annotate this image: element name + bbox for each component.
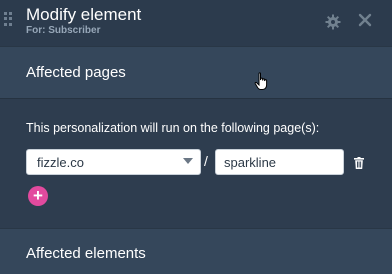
drag-handle-icon[interactable] [4, 12, 12, 26]
pages-description: This personalization will run on the fol… [26, 121, 320, 135]
panel-header: Modify element For: Subscriber [0, 0, 392, 46]
affected-pages-title: Affected pages [26, 64, 126, 81]
path-input[interactable] [215, 149, 344, 175]
path-separator: / [204, 153, 208, 169]
affected-pages-panel: This personalization will run on the fol… [0, 98, 392, 229]
domain-select-value: fizzle.co [37, 155, 84, 170]
gear-icon[interactable] [324, 14, 342, 32]
trash-icon[interactable] [354, 156, 364, 169]
hand-cursor-icon [254, 72, 270, 92]
panel-title: Modify element [26, 5, 142, 24]
add-page-button[interactable]: + [28, 186, 48, 206]
domain-select[interactable]: fizzle.co [26, 149, 201, 175]
panel-subtitle: For: Subscriber [26, 25, 101, 36]
plus-icon: + [33, 186, 43, 205]
affected-elements-header[interactable]: Affected elements [0, 228, 392, 274]
affected-pages-header[interactable]: Affected pages [0, 46, 392, 99]
chevron-down-icon [183, 158, 193, 164]
close-icon[interactable] [356, 13, 374, 31]
affected-elements-title: Affected elements [26, 245, 146, 262]
